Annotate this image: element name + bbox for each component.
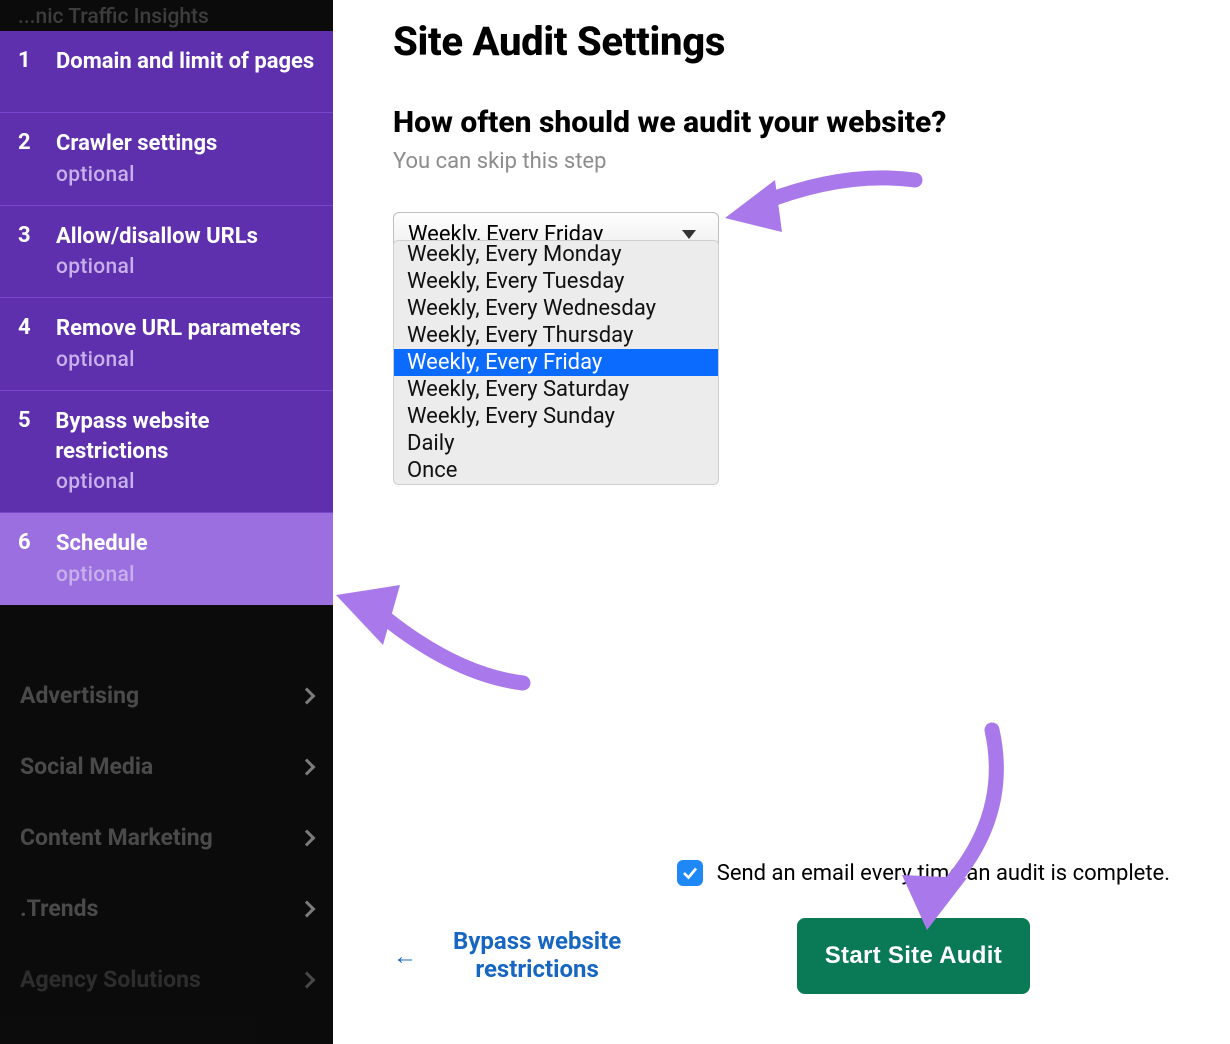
email-label: Send an email every time an audit is com… (717, 861, 1170, 886)
nav-row: ← Bypass website restrictions Start Site… (393, 918, 1230, 994)
chevron-right-icon (299, 900, 316, 917)
page-title: Site Audit Settings (393, 18, 1230, 65)
email-row: Send an email every time an audit is com… (393, 860, 1230, 886)
step-domain-limit[interactable]: 1 Domain and limit of pages (0, 31, 333, 113)
step-number: 2 (18, 129, 32, 158)
chevron-right-icon (299, 829, 316, 846)
step-number: 1 (18, 47, 32, 76)
step-title: Crawler settings (56, 129, 217, 159)
chevron-right-icon (299, 758, 316, 775)
step-title: Remove URL parameters (56, 314, 301, 344)
step-bypass-restrictions[interactable]: 5 Bypass website restrictions optional (0, 391, 333, 513)
chevron-down-icon (682, 230, 696, 239)
option-thursday[interactable]: Weekly, Every Thursday (394, 322, 718, 349)
menu-agency-solutions[interactable]: Agency Solutions (0, 944, 333, 1015)
sidebar-menu: Advertising Social Media Content Marketi… (0, 660, 333, 1015)
step-number: 3 (18, 222, 32, 251)
step-remove-url-parameters[interactable]: 4 Remove URL parameters optional (0, 298, 333, 391)
menu-label: Agency Solutions (20, 966, 201, 993)
schedule-question: How often should we audit your website? (393, 105, 1230, 140)
option-monday[interactable]: Weekly, Every Monday (394, 241, 718, 268)
step-number: 4 (18, 314, 32, 343)
chevron-right-icon (299, 971, 316, 988)
menu-trends[interactable]: .Trends (0, 873, 333, 944)
step-title: Allow/disallow URLs (56, 222, 258, 252)
footer: Send an email every time an audit is com… (393, 860, 1230, 994)
wizard-steps: 1 Domain and limit of pages 2 Crawler se… (0, 31, 333, 605)
step-title: Domain and limit of pages (56, 47, 314, 77)
chevron-right-icon (299, 687, 316, 704)
option-tuesday[interactable]: Weekly, Every Tuesday (394, 268, 718, 295)
option-once[interactable]: Once (394, 457, 718, 484)
start-site-audit-button[interactable]: Start Site Audit (797, 918, 1030, 994)
option-sunday[interactable]: Weekly, Every Sunday (394, 403, 718, 430)
option-saturday[interactable]: Weekly, Every Saturday (394, 376, 718, 403)
sidebar: ...nic Traffic Insights 1 Domain and lim… (0, 0, 333, 1044)
step-allow-disallow-urls[interactable]: 3 Allow/disallow URLs optional (0, 206, 333, 299)
back-label: Bypass website restrictions (453, 928, 621, 983)
menu-label: Advertising (20, 682, 139, 709)
option-wednesday[interactable]: Weekly, Every Wednesday (394, 295, 718, 322)
step-optional-label: optional (56, 163, 315, 187)
arrow-left-icon: ← (393, 942, 417, 971)
step-schedule[interactable]: 6 Schedule optional (0, 513, 333, 605)
skip-subtitle: You can skip this step (393, 149, 1230, 174)
menu-social-media[interactable]: Social Media (0, 731, 333, 802)
step-optional-label: optional (56, 563, 315, 587)
option-daily[interactable]: Daily (394, 430, 718, 457)
menu-advertising[interactable]: Advertising (0, 660, 333, 731)
menu-label: Content Marketing (20, 824, 213, 851)
step-title: Bypass website restrictions (55, 407, 315, 466)
check-icon (681, 864, 699, 882)
step-crawler-settings[interactable]: 2 Crawler settings optional (0, 113, 333, 206)
step-number: 5 (18, 407, 31, 436)
step-optional-label: optional (56, 255, 315, 279)
step-number: 6 (18, 529, 32, 558)
step-optional-label: optional (56, 348, 315, 372)
step-title: Schedule (56, 529, 148, 559)
option-friday[interactable]: Weekly, Every Friday (394, 349, 718, 376)
step-optional-label: optional (56, 470, 315, 494)
email-checkbox[interactable] (677, 860, 703, 886)
back-button[interactable]: ← Bypass website restrictions (393, 928, 621, 983)
schedule-options-list[interactable]: Weekly, Every Monday Weekly, Every Tuesd… (393, 240, 719, 485)
menu-content-marketing[interactable]: Content Marketing (0, 802, 333, 873)
menu-label: Social Media (20, 753, 153, 780)
menu-label: .Trends (20, 895, 98, 922)
